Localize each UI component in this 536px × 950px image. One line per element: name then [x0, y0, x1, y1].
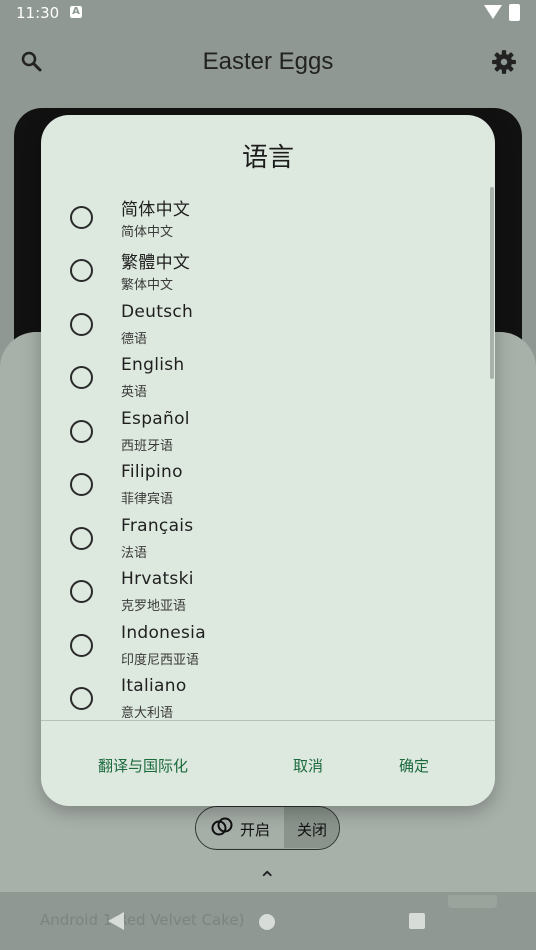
language-translation: 英语: [121, 385, 148, 400]
language-name: Español: [121, 409, 190, 429]
language-option[interactable]: English 英语: [41, 353, 495, 406]
language-translation: 菲律宾语: [121, 492, 174, 507]
language-name: Italiano: [121, 676, 187, 696]
language-name: Filipino: [121, 462, 183, 482]
language-name: 简体中文: [121, 200, 191, 220]
radio-button[interactable]: [70, 580, 93, 603]
toggle-group: 开启 关闭: [195, 806, 340, 850]
language-dialog: 语言 简体中文 简体中文 繁體中文 繁体中文 Deutsch 德语 Englis…: [41, 115, 495, 806]
language-option[interactable]: Français 法语: [41, 514, 495, 567]
language-name: English: [121, 355, 185, 375]
language-translation: 繁体中文: [121, 278, 174, 293]
radio-button[interactable]: [70, 634, 93, 657]
app-title: Easter Eggs: [202, 48, 334, 75]
language-name: Français: [121, 516, 194, 536]
translation-button[interactable]: 翻译与国际化: [98, 755, 188, 776]
language-name: Deutsch: [121, 302, 194, 322]
radio-button[interactable]: [70, 206, 93, 229]
background-version-text: Android 1 Red Velvet Cake): [40, 911, 245, 929]
language-option[interactable]: Filipino 菲律宾语: [41, 460, 495, 513]
radio-button[interactable]: [70, 473, 93, 496]
language-translation: 克罗地亚语: [121, 599, 187, 614]
link-icon: [211, 817, 233, 836]
language-translation: 意大利语: [121, 706, 174, 720]
status-bar: 11:30 A: [0, 0, 536, 26]
language-translation: 法语: [121, 546, 148, 561]
notification-icon: A: [70, 6, 82, 18]
toggle-off-label: 关闭: [296, 821, 327, 839]
back-button-icon[interactable]: [108, 912, 124, 930]
list-scrollbar[interactable]: [490, 187, 494, 379]
language-translation: 德语: [121, 332, 148, 347]
dialog-divider: [41, 720, 495, 721]
radio-button[interactable]: [70, 527, 93, 550]
language-option[interactable]: 繁體中文 繁体中文: [41, 246, 495, 299]
dialog-title: 语言: [241, 143, 294, 173]
radio-button[interactable]: [70, 366, 93, 389]
expand-up-icon[interactable]: ⌃: [258, 868, 276, 893]
language-translation: 简体中文: [121, 225, 174, 240]
cancel-button[interactable]: 取消: [293, 755, 323, 776]
language-option[interactable]: 简体中文 简体中文: [41, 193, 495, 246]
recents-button-icon[interactable]: [409, 913, 425, 929]
language-name: Hrvatski: [121, 569, 194, 589]
language-option[interactable]: Italiano 意大利语: [41, 674, 495, 720]
toggle-on-label: 开启: [240, 821, 271, 839]
language-list: 简体中文 简体中文 繁體中文 繁体中文 Deutsch 德语 English 英…: [41, 193, 495, 720]
toggle-off-button[interactable]: 关闭: [284, 807, 339, 848]
battery-icon: [509, 4, 520, 21]
confirm-button[interactable]: 确定: [399, 755, 429, 776]
language-option[interactable]: Deutsch 德语: [41, 300, 495, 353]
background-chip: [448, 895, 497, 908]
radio-button[interactable]: [70, 420, 93, 443]
radio-button[interactable]: [70, 259, 93, 282]
toggle-on-button[interactable]: 开启: [196, 807, 285, 848]
language-translation: 西班牙语: [121, 439, 174, 454]
wifi-icon: [484, 5, 502, 19]
status-time: 11:30: [16, 4, 60, 22]
language-name: 繁體中文: [121, 253, 191, 273]
language-translation: 印度尼西亚语: [121, 653, 200, 668]
home-button-icon[interactable]: [259, 914, 275, 930]
language-option[interactable]: Indonesia 印度尼西亚语: [41, 621, 495, 674]
language-option[interactable]: Hrvatski 克罗地亚语: [41, 567, 495, 620]
radio-button[interactable]: [70, 687, 93, 710]
language-option[interactable]: Español 西班牙语: [41, 407, 495, 460]
language-name: Indonesia: [121, 623, 206, 643]
radio-button[interactable]: [70, 313, 93, 336]
